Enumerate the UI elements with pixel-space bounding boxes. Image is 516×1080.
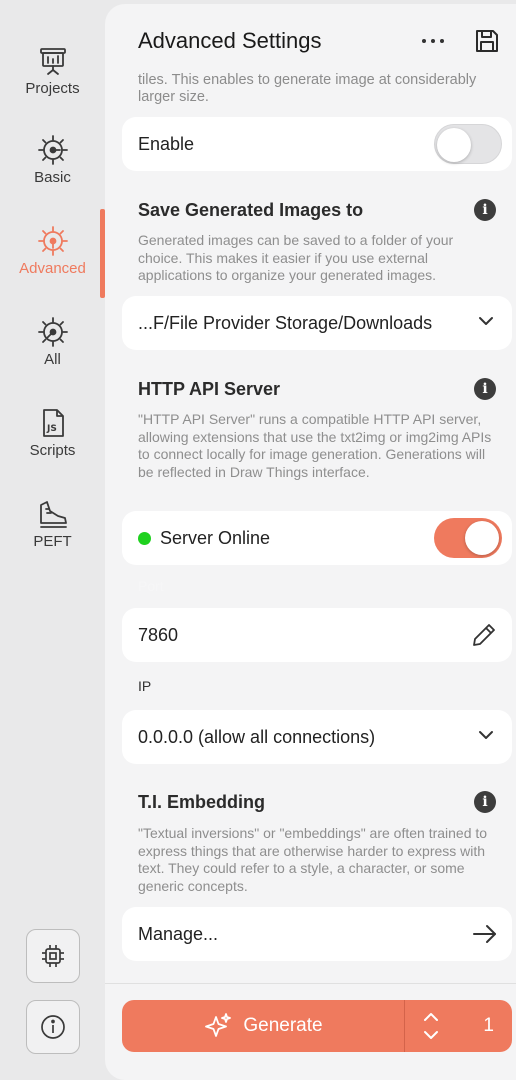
ip-label: IP [138,678,152,694]
svg-text:JS: JS [46,424,57,434]
save-images-title: Save Generated Images to [138,200,364,220]
peft-icon [39,501,67,528]
generate-button[interactable]: Generate [122,1000,404,1052]
sidebar: Projects Basic Advanced All JS Scripts P… [0,0,105,1080]
info-icon[interactable]: i [474,378,496,400]
server-status-row: Server Online [122,511,512,565]
port-label: Port [138,578,164,594]
sparkles-icon [205,1013,232,1037]
enable-toggle[interactable] [434,124,502,164]
ip-value: 0.0.0.0 (allow all connections) [138,727,376,747]
chevron-up-down-icon [424,1013,438,1039]
advanced-settings-icon [37,226,68,256]
scripts-icon: JS [42,409,64,437]
sidebar-item-label: PEFT [33,533,72,550]
manage-label: Manage... [138,924,219,944]
pencil-icon[interactable] [470,621,498,649]
ip-dropdown[interactable]: 0.0.0.0 (allow all connections) [122,710,512,764]
page-title: Advanced Settings [138,28,322,53]
ellipsis-icon [422,39,444,43]
save-button[interactable] [470,24,504,58]
sidebar-item-label: Scripts [29,442,76,459]
chip-button[interactable] [26,929,80,983]
server-toggle[interactable] [434,518,502,558]
info-icon [41,1015,65,1039]
ti-embedding-title: T.I. Embedding [138,792,266,812]
port-field[interactable]: 7860 [122,608,512,662]
server-status-label: Server Online [160,528,271,548]
sidebar-item-all[interactable]: All [0,315,105,368]
advanced-settings-panel: Advanced Settings tiles. This enables to… [105,4,516,1080]
divider [404,1000,405,1052]
info-icon[interactable]: i [474,199,496,221]
more-button[interactable] [416,24,450,58]
divider [105,983,516,984]
sidebar-item-label: All [44,351,61,368]
save-icon [476,30,498,52]
sidebar-item-label: Basic [34,169,71,186]
chevron-down-icon [479,317,493,325]
basic-settings-icon [37,135,68,165]
save-location-value: ...F/File Provider Storage/Downloads [138,313,433,333]
sidebar-item-label: Advanced [19,260,86,277]
http-api-description: "HTTP API Server" runs a compatible HTTP… [138,411,492,480]
save-location-dropdown[interactable]: ...F/File Provider Storage/Downloads [122,296,512,350]
count-stepper[interactable] [417,1000,445,1052]
generate-count: 1 [483,1015,494,1036]
sidebar-item-scripts[interactable]: JS Scripts [0,406,105,459]
ti-embedding-description: "Textual inversions" or "embeddings" are… [138,825,488,894]
projects-icon [39,48,66,75]
sidebar-item-peft[interactable]: PEFT [0,497,105,550]
enable-label: Enable [138,134,195,154]
chevron-down-icon [479,731,493,739]
all-settings-icon [37,317,68,347]
sidebar-item-basic[interactable]: Basic [0,133,105,186]
sidebar-item-projects[interactable]: Projects [0,44,105,97]
status-indicator [138,532,151,545]
generate-label: Generate [243,1015,323,1036]
about-button[interactable] [26,1000,80,1054]
info-icon[interactable]: i [474,791,496,813]
sidebar-item-label: Projects [25,80,80,97]
save-images-description: Generated images can be saved to a folde… [138,232,454,283]
manage-embeddings-button[interactable]: Manage... [122,907,512,961]
generate-bar: Generate 1 [122,1000,512,1052]
chip-icon [42,945,64,967]
sidebar-item-advanced[interactable]: Advanced [0,224,105,277]
port-value: 7860 [138,625,179,645]
arrow-right-icon [473,925,496,943]
enable-row: Enable [122,117,512,171]
http-api-title: HTTP API Server [138,379,281,399]
tiles-description: tiles. This enables to generate image at… [138,72,477,105]
